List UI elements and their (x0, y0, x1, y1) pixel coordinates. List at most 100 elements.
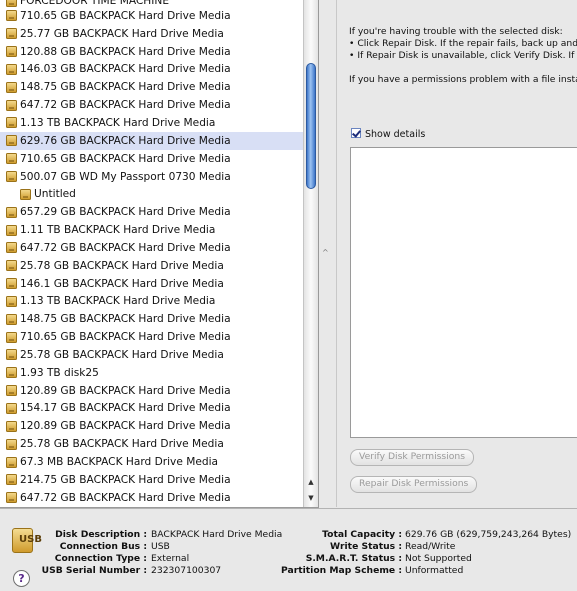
repair-disk-permissions-button[interactable]: Repair Disk Permissions (350, 476, 478, 493)
partition-map-scheme-label: Partition Map Scheme : (281, 565, 402, 576)
list-item-label: 214.75 GB BACKPACK Hard Drive Media (20, 473, 231, 486)
help-icon[interactable]: ? (13, 570, 30, 587)
hard-drive-icon (6, 46, 17, 58)
list-item-label: 25.78 GB BACKPACK Hard Drive Media (20, 259, 224, 272)
hard-drive-icon (6, 295, 17, 307)
disk-list-item[interactable]: 146.03 GB BACKPACK Hard Drive Media (0, 61, 304, 79)
list-item-label: 120.89 GB BACKPACK Hard Drive Media (20, 420, 231, 433)
disk-list-item[interactable]: 25.78 GB BACKPACK Hard Drive Media (0, 257, 304, 275)
volume-list-item[interactable]: Untitled (0, 185, 304, 203)
list-item-label: 710.65 GB BACKPACK Hard Drive Media (20, 9, 231, 22)
disk-list-item[interactable]: 148.75 GB BACKPACK Hard Drive Media (0, 78, 304, 96)
disk-info-bar: USB ? Disk Description : Connection Bus … (0, 508, 577, 591)
vertical-scrollbar[interactable]: ▲ ▼ (303, 0, 318, 507)
usb-disk-icon: USB (12, 528, 42, 553)
disk-list-item[interactable]: 710.65 GB BACKPACK Hard Drive Media (0, 7, 304, 25)
hard-drive-icon (6, 224, 17, 236)
details-log-area[interactable] (350, 147, 577, 438)
volume-icon (20, 188, 31, 200)
list-item-label: 1.13 TB BACKPACK Hard Drive Media (20, 295, 216, 308)
connection-bus-label: Connection Bus : (59, 541, 147, 552)
disk-list-item[interactable]: 710.65 GB BACKPACK Hard Drive Media (0, 328, 304, 346)
hard-drive-icon (6, 313, 17, 325)
disk-description-label: Disk Description : (55, 529, 147, 540)
hard-drive-icon (6, 117, 17, 129)
list-item-label: 500.07 GB WD My Passport 0730 Media (20, 170, 231, 183)
disk-list-item[interactable]: 500.07 GB WD My Passport 0730 Media (0, 168, 304, 186)
hard-drive-icon (6, 171, 17, 183)
list-item[interactable]: FORCEDOOR TIME MACHINE (0, 0, 304, 7)
list-item-label: 710.65 GB BACKPACK Hard Drive Media (20, 152, 231, 165)
partition-map-scheme-value: Unformatted (405, 565, 464, 576)
list-item-label: 146.03 GB BACKPACK Hard Drive Media (20, 63, 231, 76)
hard-drive-icon (6, 385, 17, 397)
disk-list-item[interactable]: 67.3 MB BACKPACK Hard Drive Media (0, 453, 304, 471)
disk-list-item[interactable]: 710.65 GB BACKPACK Hard Drive Media (0, 150, 304, 168)
first-aid-permissions-tip: If you have a permissions problem with a… (349, 74, 577, 85)
disk-list-item[interactable]: 1.13 TB BACKPACK Hard Drive Media (0, 293, 304, 311)
hard-drive-icon (6, 438, 17, 450)
list-item-label: 647.72 GB BACKPACK Hard Drive Media (20, 99, 231, 112)
disk-list-item[interactable]: 1.93 TB disk25 (0, 364, 304, 382)
disk-list-item[interactable]: 120.89 GB BACKPACK Hard Drive Media (0, 417, 304, 435)
disk-list-item[interactable]: 120.89 GB BACKPACK Hard Drive Media (0, 382, 304, 400)
hard-drive-icon (6, 260, 17, 272)
scroll-down-arrow-icon[interactable]: ▼ (304, 494, 318, 503)
disk-list-item[interactable]: 154.17 GB BACKPACK Hard Drive Media (0, 400, 304, 418)
write-status-label: Write Status : (330, 541, 402, 552)
disk-list-item[interactable]: 647.72 GB BACKPACK Hard Drive Media (0, 239, 304, 257)
list-item-label: 647.72 GB BACKPACK Hard Drive Media (20, 491, 231, 504)
list-item-label: 146.1 GB BACKPACK Hard Drive Media (20, 277, 224, 290)
disk-list-item[interactable]: 148.75 GB BACKPACK Hard Drive Media (0, 310, 304, 328)
disk-description-value: BACKPACK Hard Drive Media (151, 529, 283, 540)
list-item-label: 647.72 GB BACKPACK Hard Drive Media (20, 241, 231, 254)
first-aid-panel: If you're having trouble with the select… (336, 0, 577, 507)
disk-list[interactable]: FORCEDOOR TIME MACHINE 710.65 GB BACKPACK… (0, 0, 319, 508)
disk-list-item[interactable]: 1.13 TB BACKPACK Hard Drive Media (0, 114, 304, 132)
show-details-label[interactable]: Show details (365, 129, 425, 140)
disk-list-item[interactable]: 120.88 GB BACKPACK Hard Drive Media (0, 43, 304, 61)
hard-drive-icon (6, 367, 17, 379)
disk-list-item[interactable]: 657.29 GB BACKPACK Hard Drive Media (0, 203, 304, 221)
list-item-label: 1.93 TB disk25 (20, 366, 99, 379)
disk-list-item[interactable]: 647.72 GB BACKPACK Hard Drive Media (0, 489, 304, 507)
disk-list-item[interactable]: 1.11 TB BACKPACK Hard Drive Media (0, 221, 304, 239)
hard-drive-icon (6, 0, 17, 7)
connection-bus-value: USB (151, 541, 170, 552)
disk-list-item[interactable]: 25.77 GB BACKPACK Hard Drive Media (0, 25, 304, 43)
disk-list-item[interactable]: 214.75 GB BACKPACK Hard Drive Media (0, 471, 304, 489)
hard-drive-icon (6, 153, 17, 165)
connection-type-label: Connection Type : (54, 553, 147, 564)
smart-status-label: S.M.A.R.T. Status : (305, 553, 402, 564)
hard-drive-icon (6, 492, 17, 504)
scroll-thumb[interactable] (306, 63, 316, 189)
disk-list-item[interactable]: 647.72 GB BACKPACK Hard Drive Media (0, 96, 304, 114)
list-item-label: 67.3 MB BACKPACK Hard Drive Media (20, 456, 219, 469)
hard-drive-icon (6, 456, 17, 468)
list-item-label: 629.76 GB BACKPACK Hard Drive Media (20, 134, 231, 147)
disk-list-item[interactable]: 25.78 GB BACKPACK Hard Drive Media (0, 435, 304, 453)
hard-drive-icon (6, 420, 17, 432)
verify-disk-permissions-button[interactable]: Verify Disk Permissions (350, 449, 474, 466)
usb-serial-number-label: USB Serial Number : (41, 565, 147, 576)
disk-rows: FORCEDOOR TIME MACHINE 710.65 GB BACKPACK… (0, 0, 304, 507)
list-item-label: 148.75 GB BACKPACK Hard Drive Media (20, 81, 231, 94)
disk-list-item[interactable]: 25.78 GB BACKPACK Hard Drive Media (0, 346, 304, 364)
list-item-label: 25.78 GB BACKPACK Hard Drive Media (20, 438, 224, 451)
first-aid-verify-tip: • If Repair Disk is unavailable, click V… (349, 50, 575, 61)
disk-list-item[interactable]: 146.1 GB BACKPACK Hard Drive Media (0, 275, 304, 293)
first-aid-intro: If you're having trouble with the select… (349, 26, 563, 37)
hard-drive-icon (6, 135, 17, 147)
disk-list-item[interactable]: 629.76 GB BACKPACK Hard Drive Media (0, 131, 304, 150)
split-view-handle-icon[interactable]: ^ (322, 248, 329, 257)
connection-type-value: External (151, 553, 190, 564)
list-item-label: 710.65 GB BACKPACK Hard Drive Media (20, 331, 231, 344)
list-item-label: 148.75 GB BACKPACK Hard Drive Media (20, 313, 231, 326)
hard-drive-icon (6, 331, 17, 343)
show-details-checkbox[interactable] (351, 128, 361, 138)
hard-drive-icon (6, 10, 17, 22)
hard-drive-icon (6, 349, 17, 361)
first-aid-repair-tip: • Click Repair Disk. If the repair fails… (349, 38, 577, 49)
scroll-up-arrow-icon[interactable]: ▲ (304, 478, 318, 487)
total-capacity-label: Total Capacity : (322, 529, 402, 540)
